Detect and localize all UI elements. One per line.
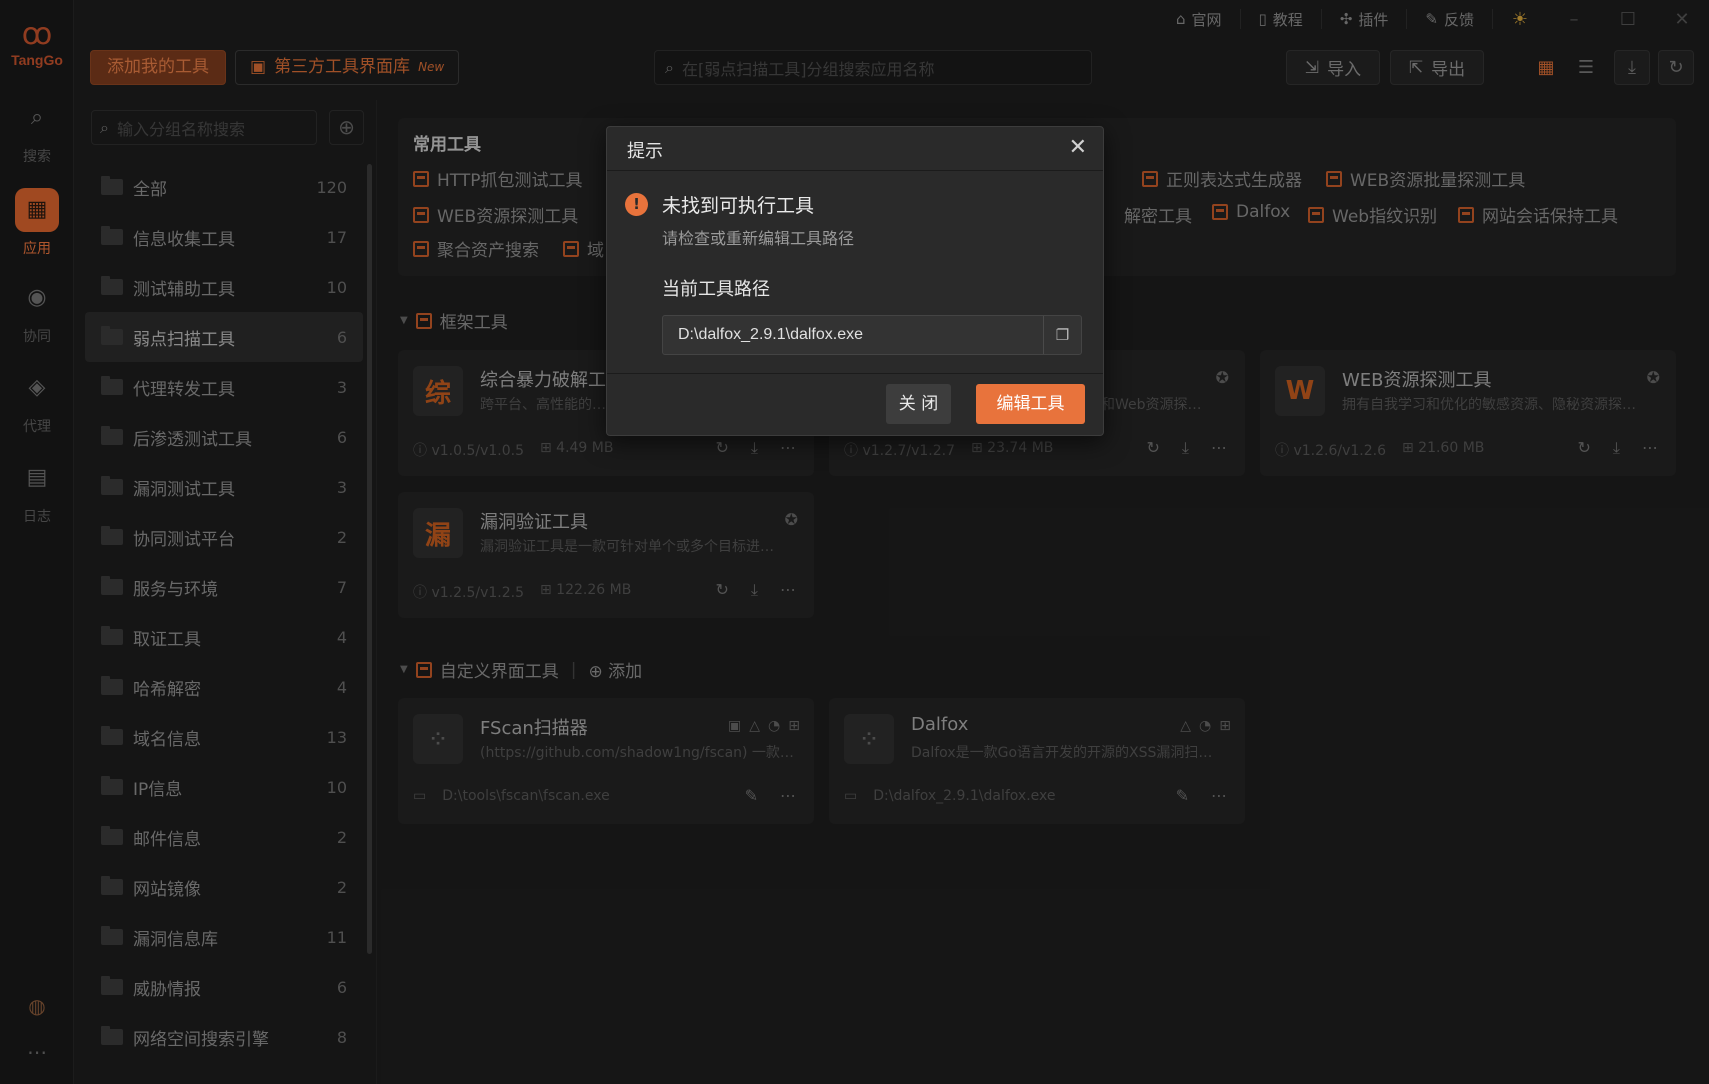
path-label: 当前工具路径: [662, 279, 770, 300]
warning-icon: !: [625, 193, 648, 216]
alert-dialog: 提示 ✕ ! 未找到可执行工具 请检查或重新编辑工具路径 当前工具路径 D:\d…: [606, 126, 1104, 436]
close-button[interactable]: 关 闭: [886, 384, 951, 424]
dialog-message: 未找到可执行工具: [662, 195, 815, 217]
edit-tool-button[interactable]: 编辑工具: [976, 384, 1085, 424]
tool-path-field[interactable]: D:\dalfox_2.9.1\dalfox.exe ❐: [662, 315, 1082, 355]
copy-icon[interactable]: ❐: [1043, 316, 1081, 354]
close-icon[interactable]: ✕: [1069, 135, 1087, 160]
tool-path-value[interactable]: D:\dalfox_2.9.1\dalfox.exe: [663, 316, 1043, 354]
dialog-title: 提示: [627, 141, 663, 162]
app-window: ꝏ TangGo ⌕ 搜索 ▦ 应用 ◉ 协同 ◈ 代理 ▤ 日志 ◍ ⋯ ⌂ 官…: [0, 0, 1709, 1084]
dialog-header: 提示 ✕: [607, 127, 1103, 171]
dialog-submessage: 请检查或重新编辑工具路径: [662, 229, 855, 248]
dialog-footer-divider: [607, 373, 1103, 374]
